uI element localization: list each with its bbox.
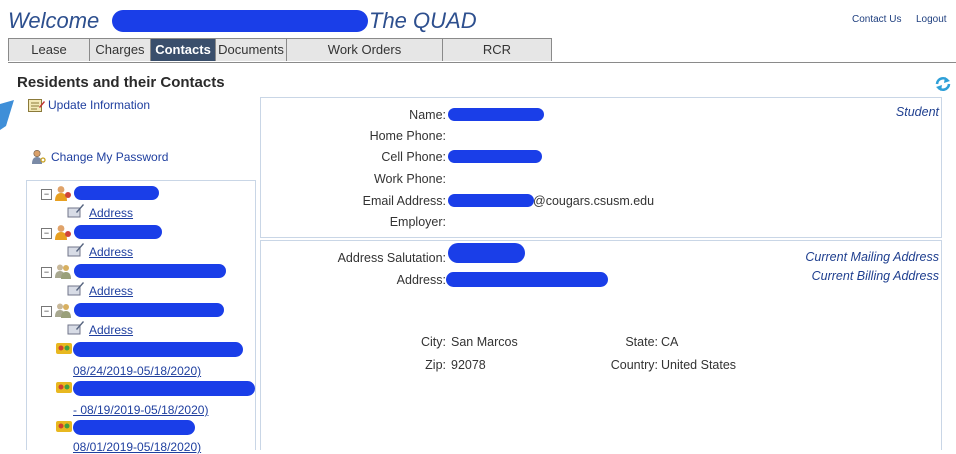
email-label: Email Address: — [362, 194, 446, 208]
contact-info-panel: Name: Home Phone: Cell Phone: Work Phone… — [260, 97, 942, 238]
resident-icon — [55, 225, 71, 240]
redacted-resident — [74, 225, 162, 239]
employer-label: Employer: — [389, 215, 446, 229]
main-tabs: Lease Charges Contacts Documents Work Or… — [8, 38, 552, 62]
contact-group-icon — [55, 264, 71, 279]
address-link[interactable]: Address — [89, 206, 133, 220]
redacted-resident-name — [112, 10, 368, 32]
name-label: Name: — [409, 108, 446, 122]
tab-divider — [8, 62, 956, 63]
resident-icon — [55, 186, 71, 201]
address-link[interactable]: Address — [89, 245, 133, 259]
lease-date-link[interactable]: - 08/19/2019-05/18/2020) — [73, 403, 208, 417]
city-label: City: — [421, 335, 446, 349]
work-phone-label: Work Phone: — [373, 172, 446, 186]
address-link[interactable]: Address — [89, 284, 133, 298]
property-name: The QUAD — [369, 8, 477, 33]
user-key-icon — [32, 149, 46, 164]
redacted-lease — [73, 381, 255, 396]
cell-phone-label: Cell Phone: — [381, 150, 446, 164]
redacted-contact — [74, 264, 226, 278]
address-label: Address: — [396, 273, 446, 287]
resident-role: Student — [895, 105, 939, 119]
redacted-contact — [74, 303, 224, 317]
lease-date-link[interactable]: 08/01/2019-05/18/2020) — [73, 440, 201, 454]
collapse-toggle[interactable]: − — [41, 189, 52, 200]
lease-group-icon — [56, 421, 72, 432]
address-book-icon — [67, 243, 84, 257]
home-phone-label: Home Phone: — [369, 129, 446, 143]
zip-value: 92078 — [451, 358, 486, 372]
pointer-marker — [0, 100, 14, 130]
refresh-icon[interactable] — [934, 75, 952, 93]
state-value: CA — [661, 335, 679, 349]
contact-group-icon — [55, 303, 71, 318]
collapse-toggle[interactable]: − — [41, 306, 52, 317]
lease-group-icon — [56, 382, 72, 393]
lease-group-icon — [56, 343, 72, 354]
zip-label: Zip: — [425, 358, 446, 372]
billing-address-tag: Current Billing Address — [811, 269, 939, 283]
redacted-salutation — [448, 243, 525, 263]
tab-work-orders[interactable]: Work Orders — [286, 38, 443, 61]
city-value: San Marcos — [451, 335, 518, 349]
tab-lease[interactable]: Lease — [8, 38, 90, 61]
address-book-icon — [67, 204, 84, 218]
page-title: Residents and their Contacts — [17, 74, 225, 91]
tab-rcr[interactable]: RCR — [442, 38, 552, 61]
address-link[interactable]: Address — [89, 323, 133, 337]
address-panel: Address Salutation: Address: City: San M… — [260, 240, 942, 450]
welcome-text: Welcome — [8, 8, 100, 33]
collapse-toggle[interactable]: − — [41, 228, 52, 239]
residents-tree: − Address − Address − Address − Address … — [26, 180, 256, 454]
change-password-item[interactable]: Change My Password — [31, 148, 168, 166]
address-book-icon — [67, 321, 84, 335]
update-information-link[interactable]: Update Information — [48, 98, 150, 112]
tab-charges[interactable]: Charges — [89, 38, 151, 61]
redacted-address — [446, 272, 608, 287]
country-label: Country: — [610, 358, 658, 372]
address-book-icon — [67, 282, 84, 296]
contact-us-link[interactable]: Contact Us — [852, 14, 901, 25]
redacted-name — [448, 108, 544, 121]
redacted-resident — [74, 186, 159, 200]
state-label: State: — [625, 335, 658, 349]
lease-date-link[interactable]: 08/24/2019-05/18/2020) — [73, 364, 201, 378]
redacted-lease — [73, 342, 243, 357]
country-value: United States — [661, 358, 737, 372]
mailing-address-tag: Current Mailing Address — [805, 250, 939, 264]
logout-link[interactable]: Logout — [916, 14, 947, 25]
redacted-email — [448, 194, 534, 207]
tab-documents[interactable]: Documents — [215, 38, 287, 61]
update-information-item[interactable]: Update Information — [28, 96, 150, 114]
redacted-cell-phone — [448, 150, 542, 163]
collapse-toggle[interactable]: − — [41, 267, 52, 278]
tab-contacts[interactable]: Contacts — [150, 38, 216, 61]
change-password-link[interactable]: Change My Password — [51, 150, 168, 164]
redacted-lease — [73, 420, 195, 435]
address-salutation-label: Address Salutation: — [337, 251, 446, 265]
update-info-icon — [28, 98, 45, 112]
email-domain: @cougars.csusm.edu — [533, 194, 655, 208]
